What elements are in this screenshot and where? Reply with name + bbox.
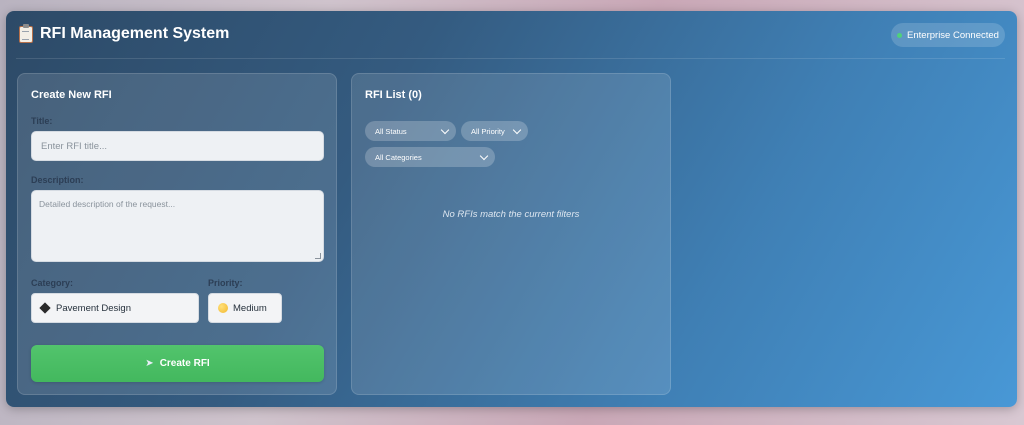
status-dot-icon [897, 32, 903, 38]
title-input[interactable]: Enter RFI title... [31, 131, 324, 161]
connection-status-badge: Enterprise Connected [891, 23, 1005, 47]
description-textarea[interactable]: Detailed description of the request... [31, 190, 324, 262]
category-select[interactable]: Pavement Design [31, 293, 199, 323]
connection-status-text: Enterprise Connected [907, 29, 999, 41]
chevron-down-icon [512, 125, 522, 134]
priority-label: Priority: [208, 278, 243, 288]
chevron-down-icon [479, 151, 489, 160]
priority-value: Medium [233, 302, 267, 314]
priority-select[interactable]: Medium [208, 293, 282, 323]
diamond-icon [39, 302, 51, 314]
category-filter-value: All Categories [375, 152, 422, 162]
app-window: RFI Management System Enterprise Connect… [6, 11, 1017, 407]
header: RFI Management System Enterprise Connect… [6, 11, 1017, 59]
category-label: Category: [31, 278, 74, 288]
title-input-placeholder: Enter RFI title... [41, 140, 107, 152]
create-rfi-button[interactable]: ➤ Create RFI [31, 345, 324, 382]
resize-grip-icon[interactable] [315, 253, 321, 259]
category-value: Pavement Design [56, 302, 131, 314]
rfi-list-panel: RFI List (0) All Status All Priority All… [351, 73, 671, 395]
clipboard-icon [19, 23, 33, 43]
priority-filter-value: All Priority [471, 126, 505, 136]
app-title-text: RFI Management System [40, 25, 230, 42]
create-rfi-button-label: Create RFI [159, 358, 210, 369]
rocket-icon: ➤ [145, 358, 154, 369]
category-filter-select[interactable]: All Categories [365, 147, 495, 167]
yellow-circle-icon [218, 303, 228, 313]
app-title: RFI Management System [19, 23, 230, 43]
create-rfi-panel: Create New RFI Title: Enter RFI title...… [17, 73, 337, 395]
header-divider [16, 58, 1005, 59]
status-filter-select[interactable]: All Status [365, 121, 456, 141]
priority-filter-select[interactable]: All Priority [461, 121, 528, 141]
description-label: Description: [31, 175, 84, 185]
rfi-list-heading: RFI List (0) [365, 89, 422, 101]
title-label: Title: [31, 116, 53, 126]
empty-list-message: No RFIs match the current filters [442, 209, 580, 220]
chevron-down-icon [440, 125, 450, 134]
status-filter-value: All Status [375, 126, 407, 136]
description-placeholder: Detailed description of the request... [39, 199, 176, 209]
create-rfi-heading: Create New RFI [31, 89, 112, 101]
